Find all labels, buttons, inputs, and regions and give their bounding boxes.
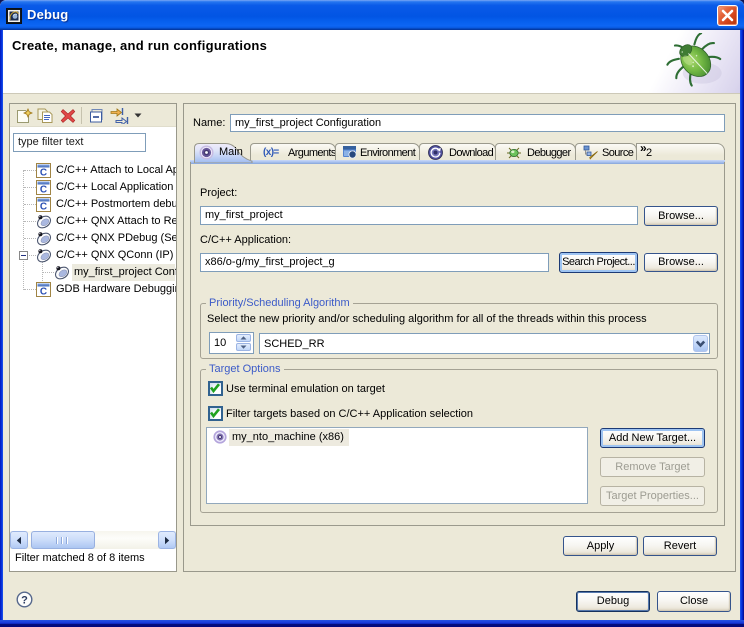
svg-text:?: ? [21, 595, 28, 607]
